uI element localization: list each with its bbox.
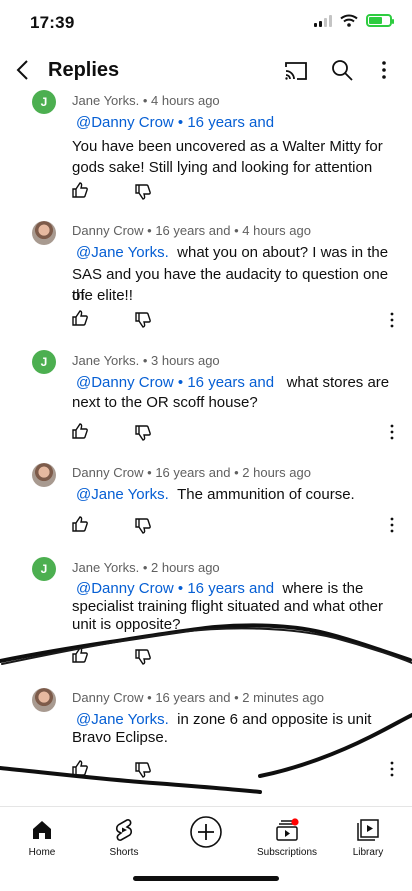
nav-subscriptions-label: Subscriptions (256, 847, 318, 858)
mention-link[interactable]: @Jane Yorks. (76, 244, 169, 261)
comment-meta: Jane Yorks. • 2 hours ago (72, 560, 220, 575)
scribble-stroke-lower-left (0, 766, 262, 794)
comment-meta: Jane Yorks. • 3 hours ago (72, 353, 220, 368)
comment-text-first: what you on about? I was in the (177, 244, 389, 261)
shorts-icon (115, 819, 133, 841)
avatar[interactable]: J (32, 350, 56, 374)
mention-link[interactable]: @Danny Crow • 16 years and (76, 580, 274, 597)
comment-time: 2 hours ago (242, 465, 311, 480)
comment-author[interactable]: Jane Yorks. (72, 93, 139, 108)
cellular-signal-icon (314, 14, 332, 27)
home-icon (33, 821, 51, 839)
avatar[interactable] (32, 463, 56, 487)
subscriptions-icon (276, 818, 299, 841)
nav-home[interactable]: Home (2, 817, 82, 858)
mention-link[interactable]: @Jane Yorks. (76, 711, 169, 728)
nav-library-label: Library (352, 847, 384, 858)
back-arrow-icon[interactable] (12, 58, 36, 82)
thumbs-up-icon[interactable] (70, 514, 90, 534)
page-title: Replies (48, 59, 120, 81)
comment-author[interactable]: Danny Crow (72, 223, 144, 238)
comment-text-first: The ammunition of course. (177, 486, 355, 503)
comment-time: 4 hours ago (151, 93, 220, 108)
comment-text-line: unit is opposite? (72, 616, 181, 633)
comment-time: 2 hours ago (151, 560, 220, 575)
comment-meta: Danny Crow • 16 years and • 4 hours ago (72, 223, 311, 238)
thumbs-down-icon[interactable] (133, 423, 153, 443)
thumbs-up-icon[interactable] (70, 645, 90, 665)
thumbs-up-icon[interactable] (70, 308, 90, 328)
status-icons (314, 14, 394, 27)
comment-text-line: Bravo Eclipse. (72, 729, 168, 746)
comment-meta: Danny Crow • 16 years and • 2 hours ago (72, 465, 311, 480)
comment-text-line: gods sake! Still lying and looking for a… (72, 159, 373, 176)
status-time: 17:39 (30, 13, 75, 32)
avatar[interactable] (32, 688, 56, 712)
mention-link[interactable]: @Danny Crow • 16 years and (76, 374, 274, 391)
nav-subscriptions[interactable]: Subscriptions (247, 817, 327, 858)
nav-shorts[interactable]: Shorts (84, 817, 164, 858)
battery-charging-icon (366, 14, 394, 27)
comment-more-icon[interactable] (386, 759, 398, 779)
library-icon (357, 819, 379, 841)
thumbs-up-icon[interactable] (70, 421, 90, 441)
comment-text: @Danny Crow • 16 years and what stores a… (76, 372, 401, 393)
mention-link[interactable]: @Jane Yorks. (76, 486, 169, 503)
comment-text: @Danny Crow • 16 years and (76, 112, 401, 133)
thumbs-up-icon[interactable] (70, 758, 90, 778)
app-header: Replies (0, 48, 412, 94)
comment-text-first: where is the (282, 580, 364, 597)
comment-meta: Jane Yorks. • 4 hours ago (72, 93, 220, 108)
thumbs-down-icon[interactable] (133, 647, 153, 667)
comment-meta: Danny Crow • 16 years and • 2 minutes ag… (72, 690, 324, 705)
comment-text-line: You have been uncovered as a Walter Mitt… (72, 138, 383, 155)
nav-library[interactable]: Library (328, 817, 408, 858)
comment-time: 2 minutes ago (242, 690, 324, 705)
comment-time: 3 hours ago (151, 353, 220, 368)
avatar[interactable]: J (32, 557, 56, 581)
comment-text-first: in zone 6 and opposite is unit (177, 711, 372, 728)
mention-link[interactable]: @Danny Crow • 16 years and (76, 114, 274, 131)
marker-scribble-overlay (0, 623, 412, 794)
comment-text-line: the elite!! (72, 287, 133, 304)
comment-text: @Jane Yorks. what you on about? I was in… (76, 242, 401, 263)
comment-author[interactable]: Jane Yorks. (72, 560, 139, 575)
cast-icon[interactable] (284, 60, 308, 82)
comment-text-first: what stores are (286, 374, 390, 391)
thumbs-up-icon[interactable] (70, 180, 90, 200)
home-indicator (133, 876, 279, 881)
comment-author[interactable]: Danny Crow (72, 465, 144, 480)
status-bar: 17:39 (0, 0, 412, 48)
nav-create[interactable] (166, 816, 246, 849)
comment-more-icon[interactable] (386, 515, 398, 535)
comment-author[interactable]: Danny Crow (72, 690, 144, 705)
more-options-icon[interactable] (376, 58, 392, 82)
avatar[interactable]: J (32, 90, 56, 114)
bottom-nav: Home Shorts Subscriptions Library (0, 806, 412, 866)
comment-time: 4 hours ago (242, 223, 311, 238)
comment-author-suffix: 16 years and (155, 223, 231, 238)
create-plus-icon (190, 816, 222, 848)
search-icon[interactable] (330, 58, 354, 82)
thumbs-down-icon[interactable] (133, 182, 153, 202)
comment-text-line: next to the OR scoff house? (72, 394, 258, 411)
comment-author[interactable]: Jane Yorks. (72, 353, 139, 368)
nav-shorts-label: Shorts (109, 847, 139, 858)
comment-more-icon[interactable] (386, 310, 398, 330)
comment-author-suffix: 16 years and (155, 690, 231, 705)
nav-home-label: Home (28, 847, 56, 858)
avatar[interactable] (32, 221, 56, 245)
comment-text: @Jane Yorks. The ammunition of course. (76, 484, 401, 505)
thumbs-down-icon[interactable] (133, 760, 153, 780)
wifi-icon (340, 14, 358, 27)
comment-author-suffix: 16 years and (155, 465, 231, 480)
thumbs-down-icon[interactable] (133, 516, 153, 536)
thumbs-down-icon[interactable] (133, 310, 153, 330)
comment-more-icon[interactable] (386, 422, 398, 442)
notification-dot (291, 818, 299, 826)
